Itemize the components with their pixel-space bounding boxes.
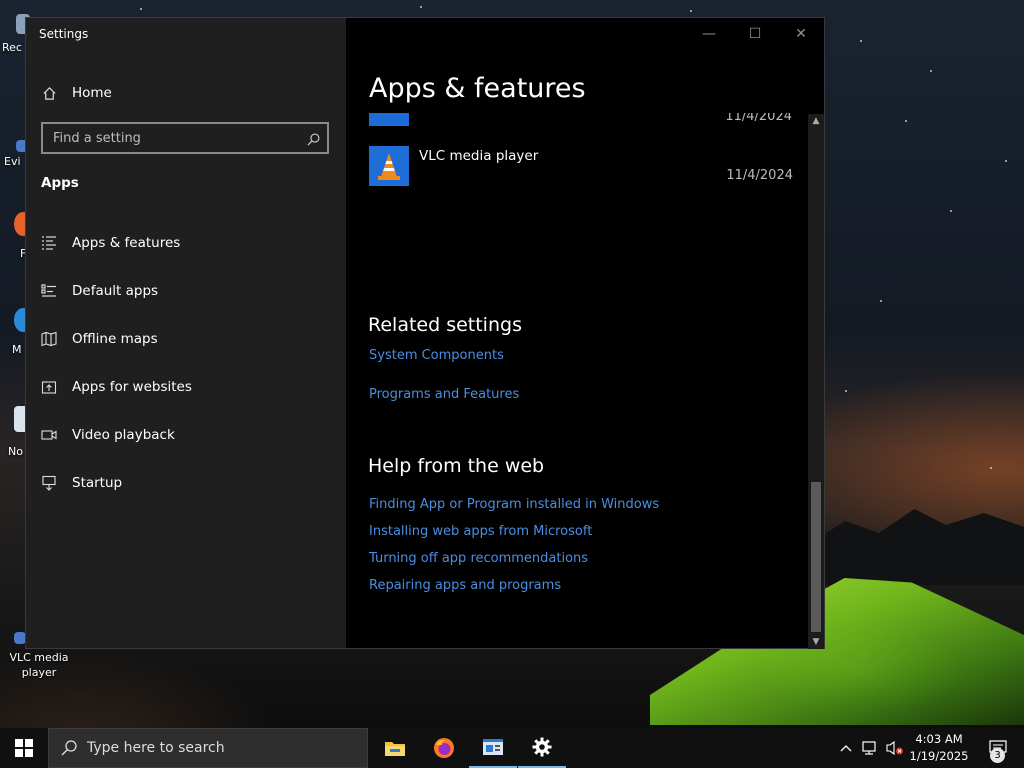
link-finding-app[interactable]: Finding App or Program installed in Wind…: [369, 497, 659, 512]
sidebar-item-apps-features[interactable]: Apps & features: [41, 232, 180, 254]
settings-window: Settings Home Apps Apps & features Defau: [25, 17, 825, 649]
link-system-components[interactable]: System Components: [369, 348, 504, 363]
taskbar: Type here to search 4:03 AM 1/19/2025 3: [0, 728, 1024, 768]
offline-maps-icon: [41, 331, 57, 347]
link-installing-web-apps[interactable]: Installing web apps from Microsoft: [369, 524, 592, 539]
app-name: VLC media player: [419, 148, 539, 164]
home-icon: [41, 85, 57, 101]
scroll-up-icon[interactable]: ▲: [808, 114, 824, 128]
network-status-button[interactable]: [860, 728, 882, 768]
taskbar-firefox[interactable]: [420, 728, 468, 768]
file-explorer-icon: [385, 742, 405, 756]
start-button[interactable]: [0, 728, 48, 768]
app-window-icon: [483, 739, 503, 755]
settings-sidebar: Settings Home Apps Apps & features Defau: [26, 18, 346, 648]
chevron-up-icon: [840, 745, 852, 752]
help-from-web-heading: Help from the web: [368, 455, 545, 477]
sidebar-item-apps-for-websites[interactable]: Apps for websites: [41, 376, 192, 398]
window-title: Settings: [39, 27, 89, 41]
apps-websites-icon: [41, 379, 57, 395]
sidebar-item-label: Apps & features: [72, 235, 181, 251]
window-controls: — ☐ ✕: [686, 18, 824, 50]
vlc-icon: [369, 146, 409, 186]
related-settings-heading: Related settings: [368, 314, 522, 336]
nav-home[interactable]: Home: [41, 82, 112, 104]
firefox-icon: [434, 738, 454, 758]
sidebar-item-label: Video playback: [72, 427, 175, 443]
video-playback-icon: [41, 427, 57, 443]
find-setting-input[interactable]: [43, 129, 295, 147]
nav-home-label: Home: [72, 85, 112, 101]
notification-count-badge: 3: [990, 748, 1005, 763]
system-clock[interactable]: 4:03 AM 1/19/2025: [900, 731, 978, 765]
sidebar-item-video-playback[interactable]: Video playback: [41, 424, 175, 446]
search-icon[interactable]: [307, 131, 320, 146]
maximize-button[interactable]: ☐: [732, 18, 778, 50]
scroll-down-icon[interactable]: ▼: [808, 635, 824, 649]
close-icon: ✕: [795, 26, 807, 42]
partial-app-icon[interactable]: [369, 113, 409, 126]
startup-icon: [41, 475, 57, 491]
find-setting-search[interactable]: [41, 122, 329, 154]
partial-app-date: 11/4/2024: [725, 113, 792, 124]
sidebar-item-default-apps[interactable]: Default apps: [41, 280, 158, 302]
close-button[interactable]: ✕: [778, 18, 824, 50]
taskbar-file-explorer[interactable]: [371, 728, 419, 768]
windows-logo-icon: [15, 739, 33, 757]
mountain-silhouette: [820, 509, 1024, 585]
apps-features-icon: [41, 235, 57, 251]
page-title: Apps & features: [369, 73, 586, 104]
sidebar-item-offline-maps[interactable]: Offline maps: [41, 328, 158, 350]
clock-date: 1/19/2025: [909, 749, 969, 763]
taskbar-search-placeholder: Type here to search: [87, 740, 225, 756]
sidebar-item-label: Offline maps: [72, 331, 158, 347]
settings-main-pane: — ☐ ✕ Apps & features 11/4/2024 VLC medi…: [346, 18, 824, 649]
minimize-icon: —: [702, 26, 716, 42]
sidebar-item-startup[interactable]: Startup: [41, 472, 122, 494]
taskbar-settings[interactable]: [518, 728, 566, 768]
taskbar-search-box[interactable]: Type here to search: [48, 728, 368, 768]
app-install-date: 11/4/2024: [726, 168, 793, 183]
sidebar-item-label: Startup: [72, 475, 123, 491]
desktop-icon-label: VLC media player: [9, 651, 69, 679]
link-repairing-apps[interactable]: Repairing apps and programs: [369, 578, 561, 593]
minimize-button[interactable]: —: [686, 18, 732, 50]
taskbar-app-window[interactable]: [469, 728, 517, 768]
show-hidden-icons-button[interactable]: [836, 728, 856, 768]
scroll-thumb[interactable]: [811, 482, 821, 632]
link-programs-and-features[interactable]: Programs and Features: [369, 387, 519, 402]
vertical-scrollbar[interactable]: ▲ ▼: [808, 114, 824, 649]
settings-gear-icon: [532, 737, 552, 757]
link-turning-off-recommendations[interactable]: Turning off app recommendations: [369, 551, 588, 566]
network-icon: [862, 741, 876, 755]
default-apps-icon: [41, 283, 57, 299]
sidebar-item-label: Apps for websites: [72, 379, 192, 395]
section-title-apps: Apps: [41, 175, 79, 191]
app-list-item-vlc[interactable]: VLC media player 11/4/2024: [369, 146, 793, 190]
apps-list-area: 11/4/2024 VLC media player 11/4/2024 Rel…: [346, 113, 808, 648]
clock-time: 4:03 AM: [915, 732, 963, 746]
maximize-icon: ☐: [748, 26, 762, 42]
taskbar-search-icon: [61, 740, 77, 756]
sidebar-item-label: Default apps: [72, 283, 159, 299]
